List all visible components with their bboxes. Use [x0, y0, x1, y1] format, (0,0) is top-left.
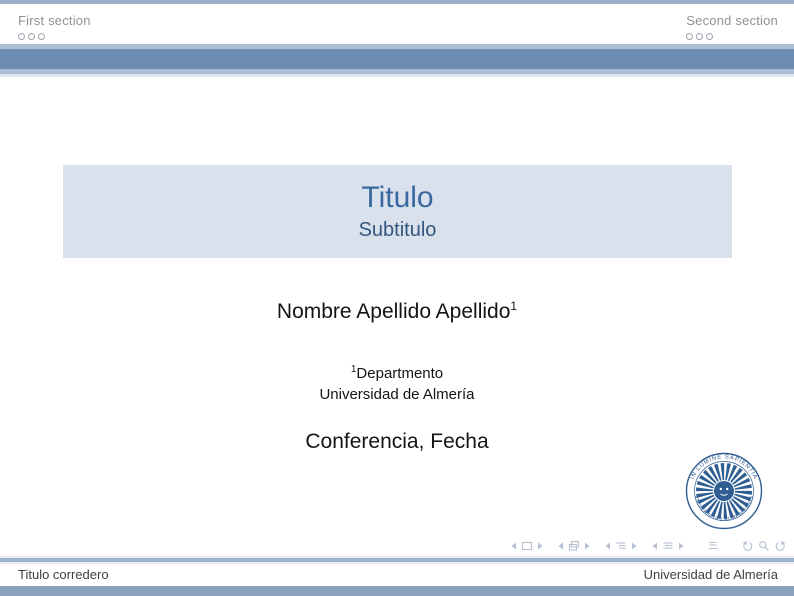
prev-subsection-arrow-icon[interactable] — [604, 541, 611, 551]
nav-history-group — [741, 540, 787, 552]
appendix-icon[interactable] — [707, 540, 719, 552]
decor-strip — [0, 74, 794, 77]
next-slide-arrow-icon[interactable] — [537, 541, 544, 551]
back-icon[interactable] — [741, 540, 754, 552]
title-block: Titulo Subtitulo — [63, 165, 732, 258]
nav-slide-group — [510, 540, 544, 552]
prev-section-arrow-icon[interactable] — [651, 541, 658, 551]
slide-icon[interactable] — [521, 540, 533, 552]
slide-dot[interactable] — [696, 33, 703, 40]
prev-frame-arrow-icon[interactable] — [557, 541, 564, 551]
header-band: First section Second section — [0, 4, 794, 44]
affiliation-university: Universidad de Almería — [0, 384, 794, 405]
header-section-second[interactable]: Second section — [686, 12, 778, 40]
beamer-title-slide: First section Second section Titulo Subt… — [0, 0, 794, 596]
section-second-progress-dots[interactable] — [686, 33, 778, 40]
author-name-text: Nombre Apellido Apellido — [277, 300, 510, 323]
nav-section-group — [651, 540, 685, 552]
headline-bar — [0, 49, 794, 69]
seal-sun-face — [714, 481, 734, 501]
university-seal-logo: IN LUMINE SAPIENTIA VNIVERSITAS ALMERIEN… — [684, 451, 764, 531]
section-label-first[interactable]: First section — [18, 13, 91, 28]
section-label-second[interactable]: Second section — [686, 13, 778, 28]
footer-band: Titulo corredero Universidad de Almería — [0, 564, 794, 586]
slide-dot[interactable] — [18, 33, 25, 40]
affiliation-department: Departmento — [356, 365, 443, 382]
frames-icon[interactable] — [568, 540, 580, 552]
nav-appendix-group — [707, 540, 719, 552]
header-section-first[interactable]: First section — [18, 12, 91, 40]
nav-subsection-group — [604, 540, 638, 552]
prev-slide-arrow-icon[interactable] — [510, 541, 517, 551]
forward-icon[interactable] — [774, 540, 787, 552]
author-name: Nombre Apellido Apellido1 — [0, 299, 794, 324]
affiliation-block: 1Departmento Universidad de Almería — [0, 359, 794, 405]
footer-short-title: Titulo corredero — [18, 564, 109, 586]
slide-dot[interactable] — [686, 33, 693, 40]
next-subsection-arrow-icon[interactable] — [631, 541, 638, 551]
slide-dot[interactable] — [706, 33, 713, 40]
subsection-icon[interactable] — [615, 540, 627, 552]
slide-subtitle: Subtitulo — [359, 220, 437, 240]
navigation-bar — [497, 539, 787, 553]
nav-frame-group — [557, 540, 591, 552]
section-icon[interactable] — [662, 540, 674, 552]
next-frame-arrow-icon[interactable] — [584, 541, 591, 551]
find-icon[interactable] — [758, 540, 770, 552]
next-section-arrow-icon[interactable] — [678, 541, 685, 551]
bottom-border-bar — [0, 586, 794, 596]
author-footnote-mark: 1 — [510, 299, 517, 313]
conference-date: Conferencia, Fecha — [0, 430, 794, 454]
slide-title: Titulo — [361, 183, 433, 213]
footer-institution: Universidad de Almería — [644, 564, 778, 586]
affiliation-department-line: 1Departmento — [0, 359, 794, 384]
section-first-progress-dots[interactable] — [18, 33, 91, 40]
slide-dot[interactable] — [38, 33, 45, 40]
slide-dot[interactable] — [28, 33, 35, 40]
